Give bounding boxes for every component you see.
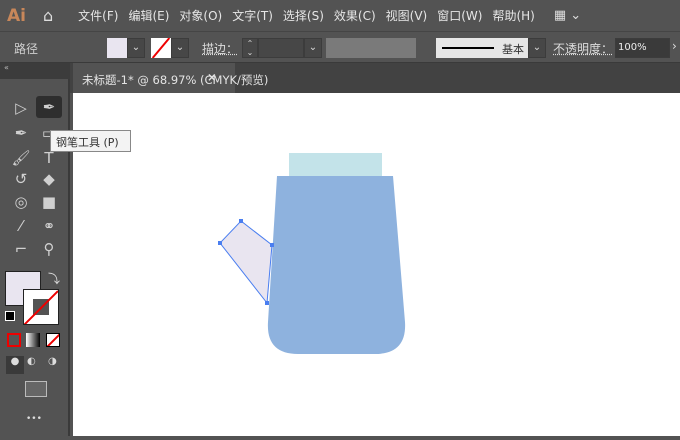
draw-behind-icon[interactable]: ◐ xyxy=(27,356,36,367)
menu-object[interactable]: 对象(O) xyxy=(174,7,227,24)
gradient-mode-button[interactable] xyxy=(26,333,40,347)
control-bar: 路径 ⌄ ⌄ 描边： ⌃ ⌄ ⌄ 基本 ⌄ 不透明度： 100% › xyxy=(0,31,680,63)
brush-dropdown[interactable]: ⌄ xyxy=(528,38,546,58)
artboard-tool-icon[interactable]: ⌐ xyxy=(8,238,34,260)
edit-toolbar-button[interactable]: ••• xyxy=(26,414,42,424)
swap-colors-icon[interactable]: ⤵ xyxy=(48,270,60,287)
artboard-canvas[interactable] xyxy=(73,93,680,436)
puppet-warp-tool-icon[interactable]: ◎ xyxy=(8,191,34,213)
workspace-switcher-icon[interactable]: ▦ ⌄ xyxy=(554,8,581,23)
chevron-right-icon[interactable]: › xyxy=(672,39,677,53)
document-tab-title: 未标题-1* @ 68.97% (CMYK/预览) xyxy=(82,73,269,87)
close-tab-icon[interactable]: × xyxy=(207,70,217,84)
teapot-lid[interactable] xyxy=(289,153,382,176)
stroke-swatch[interactable] xyxy=(151,38,171,58)
stroke-dropdown[interactable]: ⌄ xyxy=(171,38,189,58)
menu-effect[interactable]: 效果(C) xyxy=(329,7,381,24)
opacity-value: 100% xyxy=(618,42,647,53)
eraser-tool-icon[interactable]: ◆ xyxy=(36,168,62,190)
color-mode-button[interactable] xyxy=(7,333,21,347)
teapot-body[interactable] xyxy=(267,176,406,354)
menu-edit[interactable]: 编辑(E) xyxy=(123,7,174,24)
tooltip: 钢笔工具 (P) xyxy=(50,130,131,152)
menu-help[interactable]: 帮助(H) xyxy=(487,7,539,24)
menu-view[interactable]: 视图(V) xyxy=(381,7,433,24)
menu-bar: Ai ⌂ 文件(F) 编辑(E) 对象(O) 文字(T) 选择(S) 效果(C)… xyxy=(0,0,680,31)
selection-type-label: 路径 xyxy=(14,42,39,56)
shape-builder-tool-icon[interactable]: ⚭ xyxy=(36,215,62,237)
menu-file[interactable]: 文件(F) xyxy=(73,7,123,24)
zoom-tool-icon[interactable]: ⚲ xyxy=(36,238,62,260)
fill-dropdown[interactable]: ⌄ xyxy=(127,38,145,58)
gradient-tool-icon[interactable]: ■ xyxy=(36,191,62,213)
pen-tool-icon[interactable]: ✒ xyxy=(36,96,62,118)
menu-select[interactable]: 选择(S) xyxy=(278,7,329,24)
none-mode-button[interactable] xyxy=(46,333,60,347)
fill-swatch[interactable] xyxy=(107,38,127,58)
rotate-tool-icon[interactable]: ↺ xyxy=(8,168,34,190)
menu-type[interactable]: 文字(T) xyxy=(227,7,278,24)
toolbar-header[interactable]: « xyxy=(0,63,70,79)
stroke-label[interactable]: 描边： xyxy=(202,40,238,57)
draw-inside-icon[interactable]: ◑ xyxy=(48,356,57,367)
stroke-weight-dropdown[interactable]: ⌄ xyxy=(304,38,322,58)
opacity-label[interactable]: 不透明度： xyxy=(553,40,613,57)
stroke-weight-stepper[interactable]: ⌃ ⌄ xyxy=(242,38,258,58)
opacity-input[interactable]: 100% xyxy=(615,38,670,58)
draw-normal-icon[interactable]: ● xyxy=(6,356,24,374)
home-icon[interactable]: ⌂ xyxy=(43,6,53,25)
stroke-weight-input[interactable] xyxy=(258,38,304,58)
eyedropper-tool-icon[interactable]: ⁄ xyxy=(8,215,34,237)
artwork xyxy=(218,153,406,354)
document-tab[interactable]: 未标题-1* @ 68.97% (CMYK/预览) × xyxy=(73,63,268,93)
direct-selection-tool-icon[interactable]: ▷ xyxy=(8,97,34,119)
paintbrush-tool-icon[interactable]: 🖌 xyxy=(8,147,34,169)
menu-window[interactable]: 窗口(W) xyxy=(432,7,487,24)
brush-label: 基本 xyxy=(502,43,524,56)
default-colors-icon[interactable] xyxy=(5,311,15,321)
teapot-spout-selected[interactable] xyxy=(219,220,273,305)
brush-definition[interactable]: 基本 xyxy=(436,38,528,58)
stroke-color-swatch[interactable] xyxy=(23,289,59,325)
app-logo: Ai xyxy=(7,5,26,26)
variable-width-profile[interactable] xyxy=(326,38,416,58)
screen-mode-icon[interactable] xyxy=(25,381,47,397)
curvature-tool-icon[interactable]: ✒ xyxy=(8,122,34,144)
